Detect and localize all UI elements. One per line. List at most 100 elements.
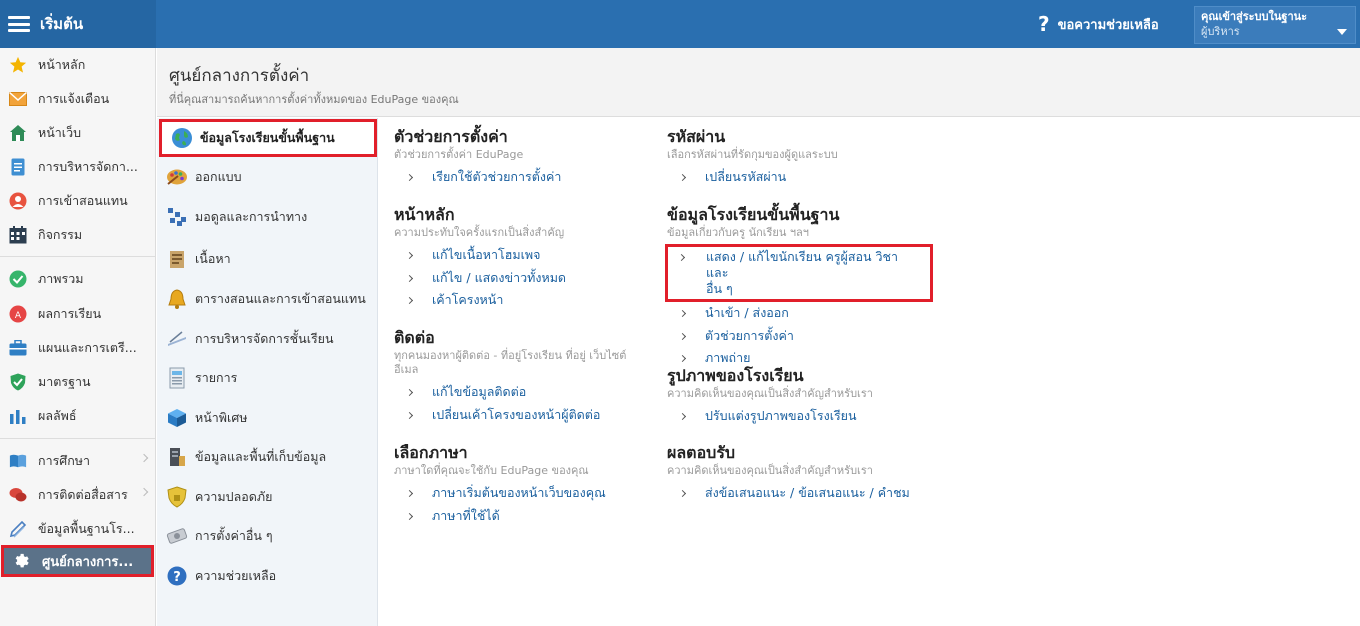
page-title: ศูนย์กลางการตั้งค่า bbox=[169, 66, 310, 86]
sidebar-item-settings-center[interactable]: ศูนย์กลางการ... bbox=[1, 545, 154, 577]
sidebar-item-label: มาตรฐาน bbox=[38, 374, 91, 389]
link-edit-show-news[interactable]: แก้ไข / แสดงข่าวทั้งหมด bbox=[394, 267, 654, 290]
category-lists[interactable]: รายการ bbox=[157, 361, 377, 395]
login-role-value: ผู้บริหาร bbox=[1201, 25, 1240, 38]
section-title: เลือกภาษา bbox=[394, 443, 468, 462]
sidebar-item-activities[interactable]: กิจกรรม bbox=[0, 220, 155, 250]
document-icon bbox=[9, 158, 27, 176]
brand-area: เริ่มต้น bbox=[0, 0, 156, 48]
section-description: ภาษาใดที่คุณจะใช้กับ EduPage ของคุณ bbox=[394, 464, 589, 477]
section-description: ความคิดเห็นของคุณเป็นสิ่งสำคัญสำหรับเรา bbox=[667, 464, 873, 477]
category-label: การบริหารจัดการชั้นเรียน bbox=[195, 331, 334, 346]
category-basic-school-info[interactable]: ข้อมูลโรงเรียนขั้นพื้นฐาน bbox=[159, 119, 377, 157]
hamburger-menu-icon[interactable] bbox=[8, 16, 30, 32]
link-setup-wizard[interactable]: ตัวช่วยการตั้งค่า bbox=[667, 325, 967, 348]
sidebar-item-webpage[interactable]: หน้าเว็บ bbox=[0, 118, 155, 148]
brand-label[interactable]: เริ่มต้น bbox=[40, 12, 83, 36]
sidebar-item-planning[interactable]: แผนและการเตรี... bbox=[0, 333, 155, 363]
category-security[interactable]: ความปลอดภัย bbox=[157, 480, 377, 514]
sidebar-item-label: ผลการเรียน bbox=[38, 306, 102, 321]
page-subtitle: ที่นี่คุณสามารถค้นหาการตั้งค่าทั้งหมดของ… bbox=[169, 93, 459, 106]
sidebar-item-label: การบริหารจัดกา... bbox=[38, 159, 138, 174]
cube-icon bbox=[165, 406, 189, 430]
left-sidebar: หน้าหลัก การแจ้งเตือน หน้าเว็บ การบริหาร… bbox=[0, 48, 156, 626]
settings-category-list: ข้อมูลโรงเรียนขั้นพื้นฐาน ออกแบบ มอดูลแล… bbox=[157, 118, 378, 626]
chevron-right-icon bbox=[139, 453, 149, 463]
category-class-management[interactable]: การบริหารจัดการชั้นเรียน bbox=[157, 322, 377, 356]
sidebar-divider bbox=[0, 256, 155, 257]
briefcase-icon bbox=[9, 339, 27, 357]
section-description: ตัวช่วยการตั้งค่า EduPage bbox=[394, 148, 524, 161]
section-contact: ติดต่อ ทุกคนมองหาผู้ติดต่อ - ที่อยู่โรงเ… bbox=[394, 328, 654, 426]
category-data-storage[interactable]: ข้อมูลและพื้นที่เก็บข้อมูล bbox=[157, 440, 377, 474]
category-special-pages[interactable]: หน้าพิเศษ bbox=[157, 401, 377, 435]
category-timetable-substitution[interactable]: ตารางสอนและการเข้าสอนแทน bbox=[157, 282, 377, 316]
section-school-image: รูปภาพของโรงเรียน ความคิดเห็นของคุณเป็นส… bbox=[667, 366, 967, 428]
svg-text:A: A bbox=[15, 311, 22, 321]
sidebar-item-school-data[interactable]: ข้อมูลพื้นฐานโร... bbox=[0, 514, 155, 544]
link-default-language[interactable]: ภาษาเริ่มต้นของหน้าเว็บของคุณ bbox=[394, 482, 654, 505]
category-label: ตารางสอนและการเข้าสอนแทน bbox=[195, 291, 366, 306]
link-customize-school-image[interactable]: ปรับแต่งรูปภาพของโรงเรียน bbox=[667, 405, 967, 428]
chat-icon bbox=[9, 486, 27, 504]
link-edit-homepage-content[interactable]: แก้ไขเนื้อหาโฮมเพจ bbox=[394, 244, 654, 267]
help-button[interactable]: ? ขอความช่วยเหลือ bbox=[1038, 12, 1159, 36]
link-edit-contact-info[interactable]: แก้ไขข้อมูลติดต่อ bbox=[394, 381, 654, 404]
category-help[interactable]: ? ความช่วยเหลือ bbox=[157, 559, 377, 593]
category-content[interactable]: เนื้อหา bbox=[157, 242, 377, 276]
section-title: รูปภาพของโรงเรียน bbox=[667, 366, 804, 385]
link-page-layout[interactable]: เค้าโครงหน้า bbox=[394, 289, 654, 312]
section-description: ความคิดเห็นของคุณเป็นสิ่งสำคัญสำหรับเรา bbox=[667, 387, 873, 400]
storage-icon bbox=[165, 445, 189, 469]
category-label: ข้อมูลโรงเรียนขั้นพื้นฐาน bbox=[200, 130, 335, 145]
category-design[interactable]: ออกแบบ bbox=[157, 160, 377, 194]
link-text-line1: แสดง / แก้ไขนักเรียน ครูผู้สอน วิชา และ bbox=[706, 249, 899, 280]
category-label: ความช่วยเหลือ bbox=[195, 568, 277, 583]
sidebar-item-label: การศึกษา bbox=[38, 453, 91, 468]
sidebar-item-education[interactable]: การศึกษา bbox=[0, 446, 155, 476]
link-show-edit-students-teachers[interactable]: แสดง / แก้ไขนักเรียน ครูผู้สอน วิชา และ … bbox=[665, 244, 933, 302]
sidebar-item-label: การติดต่อสื่อสาร bbox=[38, 487, 128, 502]
calendar-icon bbox=[9, 226, 27, 244]
link-change-contact-layout[interactable]: เปลี่ยนเค้าโครงของหน้าผู้ติดต่อ bbox=[394, 404, 654, 427]
link-send-feedback[interactable]: ส่งข้อเสนอแนะ / ข้อเสนอแนะ / คำชม bbox=[667, 482, 967, 505]
question-icon: ? bbox=[1038, 12, 1050, 36]
link-run-setup-wizard[interactable]: เรียกใช้ตัวช่วยการตั้งค่า bbox=[394, 166, 654, 189]
sidebar-item-grades[interactable]: A ผลการเรียน bbox=[0, 299, 155, 329]
book-icon bbox=[9, 452, 27, 470]
link-import-export[interactable]: นำเข้า / ส่งออก bbox=[667, 302, 967, 325]
help-label: ขอความช่วยเหลือ bbox=[1057, 17, 1159, 33]
sidebar-item-label: หน้าหลัก bbox=[38, 57, 86, 72]
section-basic-school-info: ข้อมูลโรงเรียนขั้นพื้นฐาน ข้อมูลเกี่ยวกั… bbox=[665, 205, 967, 370]
sidebar-item-home[interactable]: หน้าหลัก bbox=[0, 50, 155, 80]
sidebar-item-notifications[interactable]: การแจ้งเตือน bbox=[0, 84, 155, 114]
shield-check-icon bbox=[9, 373, 27, 391]
sidebar-item-results[interactable]: ผลลัพธ์ bbox=[0, 401, 155, 431]
category-other-settings[interactable]: การตั้งค่าอื่น ๆ bbox=[157, 519, 377, 553]
sidebar-item-overview[interactable]: ภาพรวม bbox=[0, 264, 155, 294]
envelope-icon bbox=[9, 90, 27, 108]
link-available-languages[interactable]: ภาษาที่ใช้ได้ bbox=[394, 505, 654, 528]
section-title: ข้อมูลโรงเรียนขั้นพื้นฐาน bbox=[667, 205, 840, 224]
palette-icon bbox=[165, 165, 189, 189]
login-status-label: คุณเข้าสู่ระบบในฐานะ bbox=[1201, 10, 1308, 23]
sidebar-item-label: หน้าเว็บ bbox=[38, 125, 82, 140]
user-role-dropdown[interactable]: คุณเข้าสู่ระบบในฐานะ ผู้บริหาร bbox=[1194, 6, 1356, 44]
sidebar-item-management[interactable]: การบริหารจัดกา... bbox=[0, 152, 155, 182]
security-shield-icon bbox=[165, 485, 189, 509]
section-setup-wizard: ตัวช่วยการตั้งค่า ตัวช่วยการตั้งค่า EduP… bbox=[394, 127, 654, 189]
section-description-cont: อีเมล bbox=[394, 363, 419, 376]
link-text-line2: อื่น ๆ bbox=[706, 281, 733, 296]
sidebar-item-substitution[interactable]: การเข้าสอนแทน bbox=[0, 186, 155, 216]
list-icon bbox=[165, 366, 189, 390]
category-label: การตั้งค่าอื่น ๆ bbox=[195, 528, 273, 543]
sidebar-item-communication[interactable]: การติดต่อสื่อสาร bbox=[0, 480, 155, 510]
grade-icon: A bbox=[9, 305, 27, 323]
sidebar-item-standards[interactable]: มาตรฐาน bbox=[0, 367, 155, 397]
category-modules-navigation[interactable]: มอดูลและการนำทาง bbox=[157, 200, 377, 234]
class-icon bbox=[165, 327, 189, 351]
link-change-password[interactable]: เปลี่ยนรหัสผ่าน bbox=[667, 166, 967, 189]
top-bar: เริ่มต้น ? ขอความช่วยเหลือ คุณเข้าสู่ระบ… bbox=[0, 0, 1360, 48]
sidebar-item-label: การเข้าสอนแทน bbox=[38, 193, 128, 208]
section-description: ข้อมูลเกี่ยวกับครู นักเรียน ฯลฯ bbox=[667, 226, 809, 239]
